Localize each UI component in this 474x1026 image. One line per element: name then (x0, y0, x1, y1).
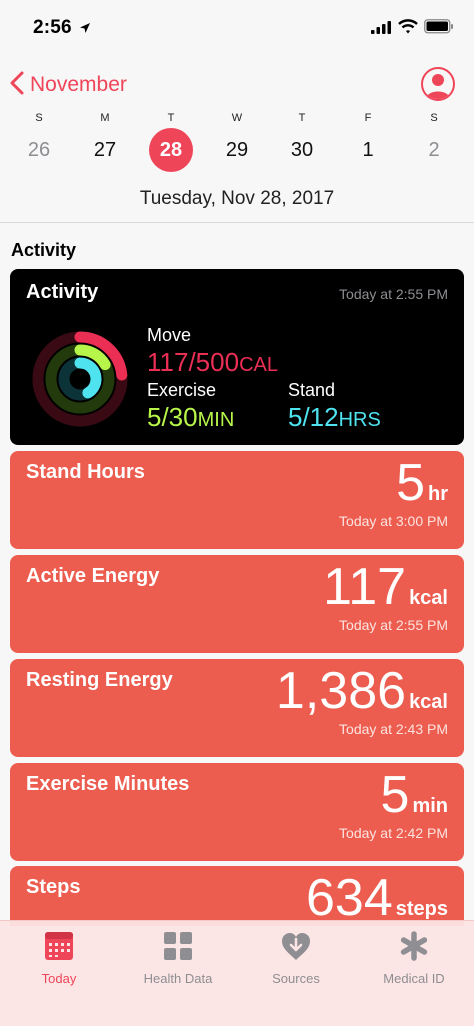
day-number: 26 (27, 139, 51, 161)
tab-health-data[interactable]: Health Data (123, 929, 233, 986)
metric-title: Resting Energy (26, 669, 173, 691)
stand-value-number: 5/12 (288, 402, 339, 432)
metric-card-stand-hours[interactable]: Stand Hours 5 hr Today at 3:00 PM (10, 451, 464, 549)
profile-button[interactable] (421, 67, 455, 101)
section-title: Activity (11, 240, 77, 260)
metric-time: Today at 2:42 PM (339, 825, 448, 841)
activity-card-title: Activity (26, 281, 99, 303)
metric-number: 634 (305, 869, 393, 927)
day-of-week: W (231, 112, 243, 124)
person-icon (423, 74, 453, 99)
day-cell[interactable]: S 2 (412, 112, 456, 170)
stand-value: 5/12HRS (288, 402, 381, 433)
status-bar: 2:56 (0, 0, 474, 58)
tab-label: Sources (272, 971, 320, 986)
day-cell[interactable]: S 26 (17, 112, 61, 170)
metric-value: 634 steps (306, 870, 448, 926)
chevron-left-icon (10, 71, 24, 100)
metric-time: Today at 3:00 PM (339, 513, 448, 529)
tab-sources[interactable]: Sources (241, 929, 351, 986)
tab-label: Today (41, 971, 77, 986)
move-value: 117/500CAL (147, 347, 278, 378)
selected-date-label: Tuesday, Nov 28, 2017 (139, 188, 335, 209)
calendar-icon (4, 929, 114, 963)
metric-value: 1,386 kcal (276, 663, 448, 719)
day-of-week: F (364, 112, 372, 124)
grid-icon (123, 929, 233, 963)
day-number: 29 (225, 139, 249, 161)
day-cell[interactable]: W 29 (215, 112, 259, 170)
metric-title: Active Energy (26, 565, 160, 587)
metric-number: 1,386 (275, 662, 407, 720)
battery-icon (424, 19, 454, 39)
metric-time: Today at 2:43 PM (339, 721, 448, 737)
metric-time: Today at 2:55 PM (339, 617, 448, 633)
stand-label: Stand (288, 380, 336, 400)
tab-label: Health Data (143, 971, 213, 986)
metric-value: 117 kcal (323, 559, 448, 615)
location-arrow-icon (79, 21, 91, 39)
day-of-week: T (298, 112, 306, 124)
divider (0, 222, 474, 223)
back-button-label: November (30, 73, 127, 96)
metric-title: Stand Hours (26, 461, 145, 483)
back-button[interactable]: November (10, 70, 127, 100)
day-of-week: T (167, 112, 175, 124)
day-number: 2 (428, 139, 440, 161)
tab-bar: Today Health Data Sources Medical ID (0, 920, 474, 1026)
move-unit: CAL (239, 354, 278, 376)
exercise-value-number: 5/30 (147, 402, 198, 432)
activity-card-time: Today at 2:55 PM (339, 286, 448, 302)
day-of-week: M (100, 112, 110, 124)
day-cell-selected[interactable]: T 28 (149, 112, 193, 172)
tab-label: Medical ID (383, 971, 445, 986)
day-cell[interactable]: M 27 (83, 112, 127, 170)
tab-medical-id[interactable]: Medical ID (359, 929, 469, 986)
day-number: 27 (93, 139, 117, 161)
metric-unit: steps (395, 898, 448, 920)
metric-unit: hr (428, 483, 448, 505)
metric-number: 5 (380, 766, 410, 824)
activity-card[interactable]: Activity Today at 2:55 PM Move 117/500CA… (10, 269, 464, 445)
metric-title: Steps (26, 876, 81, 898)
exercise-label: Exercise (147, 380, 217, 400)
move-label: Move (147, 325, 192, 345)
metric-card-exercise-minutes[interactable]: Exercise Minutes 5 min Today at 2:42 PM (10, 763, 464, 861)
week-strip: S 26 M 27 T 28 W 29 T 30 F 1 S 2 (0, 112, 474, 182)
wifi-icon (398, 19, 418, 39)
status-time: 2:56 (33, 17, 72, 38)
tab-today[interactable]: Today (4, 929, 114, 986)
metric-number: 5 (396, 454, 425, 512)
exercise-unit: MIN (197, 409, 235, 431)
metric-unit: kcal (409, 691, 448, 713)
stand-unit: HRS (338, 409, 381, 431)
heart-download-icon (241, 929, 351, 963)
move-value-number: 117/500 (147, 347, 240, 377)
selected-day-number: 28 (149, 128, 193, 172)
day-of-week: S (430, 112, 438, 124)
day-number: 1 (362, 139, 374, 161)
day-number: 30 (290, 139, 314, 161)
exercise-value: 5/30MIN (147, 402, 234, 433)
metric-unit: min (412, 795, 448, 817)
day-of-week: S (35, 112, 43, 124)
metric-card-active-energy[interactable]: Active Energy 117 kcal Today at 2:55 PM (10, 555, 464, 653)
asterisk-icon (359, 929, 469, 963)
cellular-signal-icon (371, 21, 391, 39)
metric-number: 117 (323, 558, 407, 616)
activity-rings (30, 329, 130, 434)
day-cell[interactable]: F 1 (346, 112, 390, 170)
day-cell[interactable]: T 30 (280, 112, 324, 170)
metric-title: Exercise Minutes (26, 773, 190, 795)
metric-unit: kcal (409, 587, 448, 609)
metric-card-resting-energy[interactable]: Resting Energy 1,386 kcal Today at 2:43 P… (10, 659, 464, 757)
metric-value: 5 hr (396, 455, 448, 511)
metric-value: 5 min (381, 767, 448, 823)
metric-card-steps[interactable]: Steps 634 steps (10, 866, 464, 926)
